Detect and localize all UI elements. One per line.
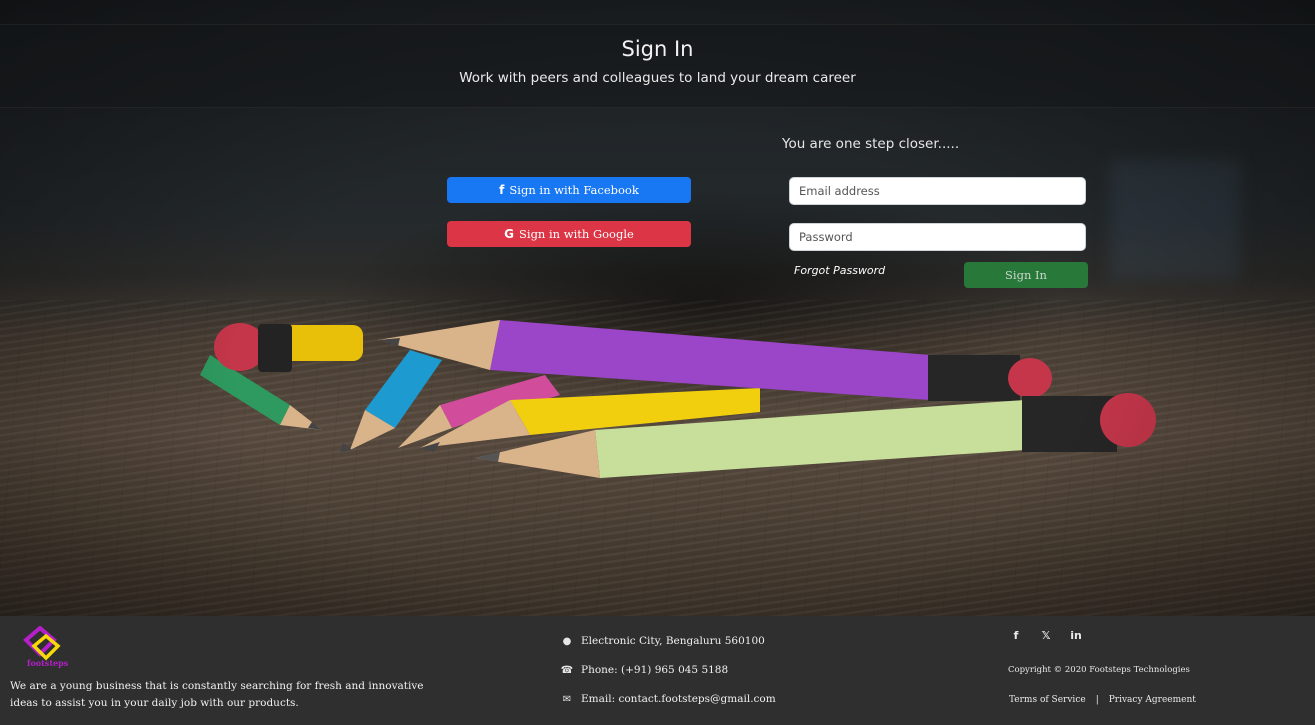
footer-phone: ☎ Phone: (+91) 965 045 5188 bbox=[561, 664, 728, 676]
phone-text: Phone: (+91) 965 045 5188 bbox=[581, 664, 729, 676]
forgot-password-link[interactable]: Forgot Password bbox=[794, 264, 885, 277]
map-pin-icon: ● bbox=[562, 635, 572, 647]
footer-address: ● Electronic City, Bengaluru 560100 bbox=[561, 635, 765, 647]
google-icon: G bbox=[504, 227, 515, 241]
facebook-icon[interactable]: f bbox=[1009, 629, 1023, 642]
facebook-signin-label: Sign in with Facebook bbox=[509, 183, 639, 197]
brand-name: footsteps bbox=[27, 658, 69, 668]
terms-of-service-link[interactable]: Terms of Service bbox=[1009, 695, 1086, 705]
form-tagline: You are one step closer..... bbox=[782, 136, 960, 152]
google-signin-label: Sign in with Google bbox=[519, 227, 634, 241]
signin-button-label: Sign In bbox=[1005, 268, 1047, 282]
privacy-agreement-link[interactable]: Privacy Agreement bbox=[1109, 695, 1196, 705]
legal-separator: | bbox=[1095, 695, 1099, 705]
page-subtitle: Work with peers and colleagues to land y… bbox=[459, 70, 856, 86]
footer-about-text: We are a young business that is constant… bbox=[10, 680, 424, 709]
phone-icon: ☎ bbox=[560, 664, 574, 676]
footer-email: ✉ Email: contact.footsteps@gmail.com bbox=[561, 693, 776, 705]
address-text: Electronic City, Bengaluru 560100 bbox=[581, 635, 765, 647]
email-text: Email: contact.footsteps@gmail.com bbox=[581, 693, 776, 705]
signin-button[interactable]: Sign In bbox=[964, 262, 1088, 288]
linkedin-icon[interactable]: in bbox=[1069, 629, 1083, 642]
footer-legal-links: Terms of Service | Privacy Agreement bbox=[1009, 695, 1196, 705]
footer-social-links: f 𝕏 in bbox=[1009, 629, 1083, 642]
envelope-icon: ✉ bbox=[562, 693, 572, 705]
password-field[interactable] bbox=[789, 223, 1086, 251]
page-title: Sign In bbox=[621, 37, 694, 61]
twitter-icon[interactable]: 𝕏 bbox=[1039, 629, 1053, 642]
copyright-text: Copyright © 2020 Footsteps Technologies bbox=[1008, 665, 1190, 675]
facebook-signin-button[interactable]: f Sign in with Facebook bbox=[447, 177, 691, 203]
facebook-icon: f bbox=[499, 183, 505, 197]
footer: footsteps We are a young business that i… bbox=[0, 616, 1315, 725]
email-field[interactable] bbox=[789, 177, 1086, 205]
google-signin-button[interactable]: G Sign in with Google bbox=[447, 221, 691, 247]
